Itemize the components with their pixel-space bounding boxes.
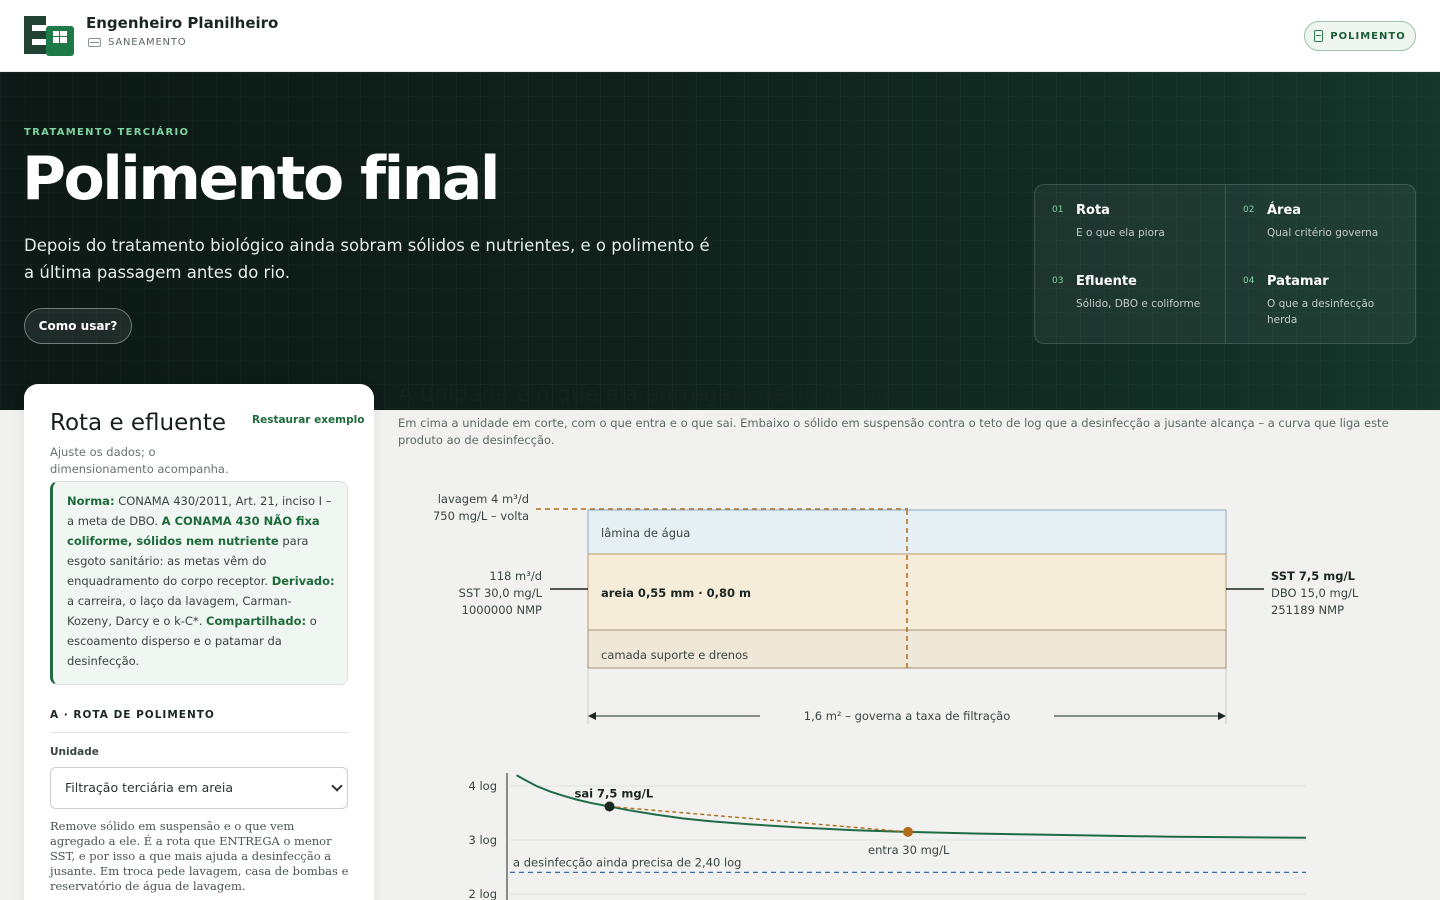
section-a-title: A · ROTA DE POLIMENTO bbox=[50, 709, 215, 721]
layer-support-label: camada suporte e drenos bbox=[601, 648, 748, 662]
card-icon bbox=[88, 38, 101, 47]
steps-divider bbox=[1225, 185, 1226, 343]
brand-subtitle-text: SANEAMENTO bbox=[108, 37, 187, 48]
norm-label: Norma: bbox=[67, 494, 115, 508]
step-title: Rota bbox=[1076, 203, 1110, 218]
step-desc: Qual critério governa bbox=[1267, 227, 1379, 239]
point-label: entra 30 mg/L bbox=[868, 843, 950, 857]
unit-select-value: Filtração terciária em areia bbox=[65, 780, 233, 795]
arrow-right-icon bbox=[1218, 712, 1226, 720]
unit-diagram: lavagem 4 m³/d 750 mg/L – volta lâmina d… bbox=[433, 492, 1359, 900]
brand-logo[interactable] bbox=[24, 16, 74, 56]
step-number: 01 bbox=[1052, 205, 1064, 215]
step-desc: O que a desinfecção herda bbox=[1267, 298, 1375, 326]
module-badge-label: POLIMENTO bbox=[1330, 30, 1406, 42]
backwash-label: 750 mg/L – volta bbox=[433, 509, 529, 523]
card-hint: Ajuste os dados; o dimensionamento acomp… bbox=[50, 445, 229, 476]
hero-eyebrow: TRATAMENTO TERCIÁRIO bbox=[24, 127, 190, 138]
brand-subtitle: SANEAMENTO bbox=[88, 37, 186, 48]
norm-callout: Norma: CONAMA 430/2011, Art. 21, inciso … bbox=[50, 481, 348, 685]
unit-select[interactable]: Filtração terciária em areia bbox=[50, 767, 348, 809]
steps-panel: 01 Rota E o que ela piora 02 Área Qual c… bbox=[1034, 184, 1416, 344]
chevron-down-icon bbox=[331, 780, 343, 792]
unit-label: Unidade bbox=[50, 746, 99, 758]
step-number: 04 bbox=[1243, 276, 1255, 286]
step-number: 02 bbox=[1243, 205, 1255, 215]
point-label: sai 7,5 mg/L bbox=[575, 787, 654, 801]
chart-point bbox=[903, 826, 913, 837]
chart-tick-label: 3 log bbox=[468, 833, 497, 847]
module-badge-button[interactable]: POLIMENTO bbox=[1304, 21, 1416, 51]
step-title: Patamar bbox=[1267, 274, 1329, 289]
log-chart: 4 log 3 log 2 log a desinfecção ainda preci… bbox=[468, 773, 1307, 900]
threshold-label: a desinfecção ainda precisa de 2,40 log bbox=[513, 855, 741, 869]
inflow-label: SST 30,0 mg/L bbox=[459, 586, 543, 600]
outflow-label: 251189 NMP bbox=[1271, 603, 1344, 617]
chart-tick-label: 2 log bbox=[468, 887, 497, 900]
brand-title[interactable]: Engenheiro Planilheiro bbox=[86, 14, 278, 32]
calculator-icon bbox=[1314, 30, 1324, 42]
section-title: A unidade e o que ela entrega à desinfec… bbox=[398, 382, 891, 407]
shared-label: Compartilhado: bbox=[206, 614, 307, 628]
outflow-label: DBO 15,0 mg/L bbox=[1271, 586, 1359, 600]
input-card: Rota e efluente Restaurar exemplo Ajuste… bbox=[24, 384, 374, 900]
restore-example-link[interactable]: Restaurar exemplo bbox=[252, 414, 364, 426]
section-caption: Em cima a unidade em corte, com o que en… bbox=[398, 416, 1389, 447]
hero-banner: TRATAMENTO TERCIÁRIO Polimento final Dep… bbox=[0, 72, 1440, 410]
area-label: 1,6 m² – governa a taxa de filtração bbox=[804, 709, 1010, 723]
hero-lead: Depois do tratamento biológico ainda sob… bbox=[24, 236, 710, 282]
step-title: Efluente bbox=[1076, 274, 1137, 289]
unit-description: Remove sólido em suspensão e o que vem a… bbox=[50, 819, 349, 893]
page-title: Polimento final bbox=[22, 144, 501, 214]
chart-tick-label: 4 log bbox=[468, 779, 497, 793]
layer-sand-label: areia 0,55 mm · 0,80 m bbox=[601, 586, 751, 600]
top-bar: Engenheiro Planilheiro SANEAMENTO POLIME… bbox=[0, 0, 1440, 72]
step-desc: E o que ela piora bbox=[1076, 227, 1165, 239]
card-title: Rota e efluente bbox=[50, 410, 227, 436]
backwash-label: lavagem 4 m³/d bbox=[438, 492, 529, 506]
inflow-label: 1000000 NMP bbox=[462, 603, 542, 617]
layer-water-label: lâmina de água bbox=[601, 526, 690, 540]
point-connector bbox=[609, 805, 909, 833]
step-title: Área bbox=[1267, 203, 1302, 218]
arrow-left-icon bbox=[588, 712, 596, 720]
divider bbox=[50, 732, 348, 733]
step-desc: Sólido, DBO e coliforme bbox=[1076, 298, 1201, 310]
inflow-label: 118 m³/d bbox=[489, 569, 542, 583]
outflow-label: SST 7,5 mg/L bbox=[1271, 569, 1356, 583]
derived-label: Derivado: bbox=[271, 574, 335, 588]
how-to-use-button[interactable]: Como usar? bbox=[24, 308, 132, 344]
step-number: 03 bbox=[1052, 276, 1064, 286]
chart-point bbox=[604, 801, 615, 812]
